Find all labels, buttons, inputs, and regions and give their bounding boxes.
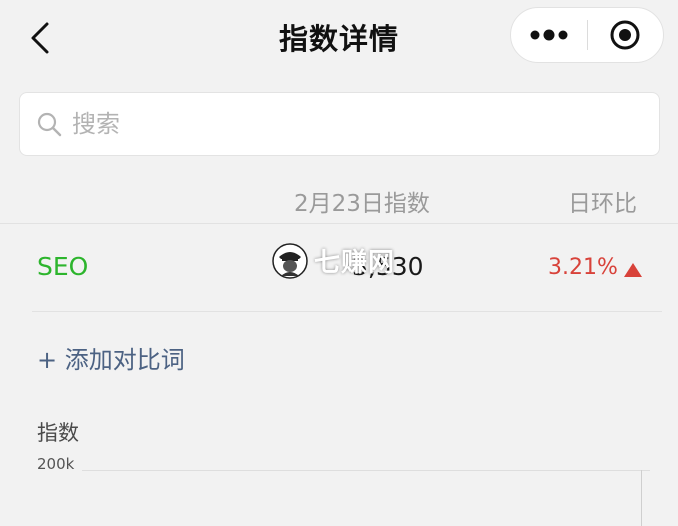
add-compare-term-link[interactable]: + 添加对比词: [37, 340, 185, 375]
watermark: 七赚网: [272, 242, 395, 279]
search-icon: [37, 112, 62, 137]
chart-title: 指数: [37, 421, 79, 445]
column-header-day-ratio: 日环比: [568, 191, 637, 217]
chart-gridline: [82, 470, 650, 471]
more-dots-icon: [530, 29, 568, 41]
chart-cursor-line: [641, 470, 642, 526]
search-input[interactable]: [72, 110, 632, 138]
menu-capsule: [510, 7, 664, 63]
search-box[interactable]: [19, 92, 660, 156]
keyword-term[interactable]: SEO: [37, 252, 88, 281]
change-percent: 3.21%: [548, 255, 618, 280]
header-divider: [0, 223, 678, 224]
up-triangle-icon: [624, 263, 642, 277]
close-miniprogram-button[interactable]: [588, 7, 663, 63]
watermark-logo-icon: [272, 242, 308, 279]
row-divider: [32, 311, 662, 312]
top-nav-bar: 指数详情: [0, 0, 678, 78]
y-axis-tick-label: 200k: [37, 455, 75, 473]
watermark-text: 七赚网: [314, 248, 396, 278]
column-header-date-index: 2月23日指数: [294, 191, 430, 217]
more-button[interactable]: [511, 7, 587, 63]
target-circle-icon: [610, 20, 640, 50]
